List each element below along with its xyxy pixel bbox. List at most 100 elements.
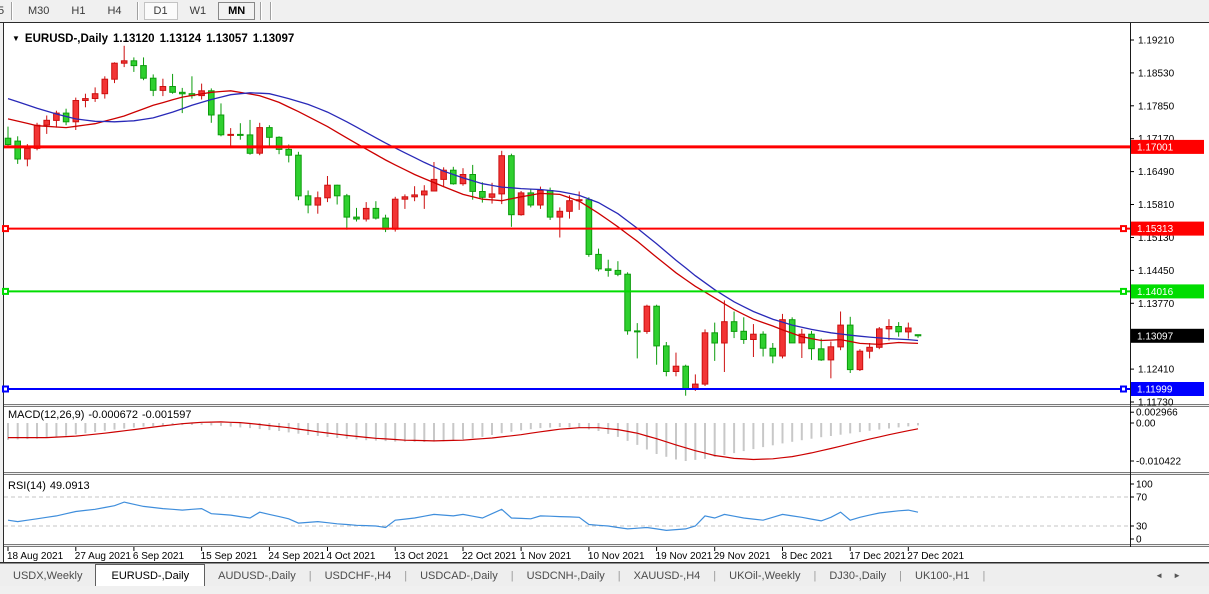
candle-body	[498, 155, 505, 195]
candle-body	[227, 133, 234, 136]
time-axis-label: 22 Oct 2021	[462, 551, 517, 562]
price-axis-label: 1.12410	[1138, 365, 1175, 376]
candle-body	[285, 148, 292, 156]
price-badge-1.14016: 1.14016	[1137, 287, 1174, 298]
chart-window[interactable]: 1.192101.185301.178501.171701.164901.158…	[0, 22, 1209, 563]
candle-body	[721, 321, 728, 344]
candle-body	[817, 348, 825, 361]
candle-body	[759, 333, 767, 349]
tab-usdcad-daily[interactable]: USDCAD-,Daily	[407, 566, 511, 587]
price-axis-label: 1.19210	[1138, 36, 1175, 47]
time-axis-label: 13 Oct 2021	[394, 551, 449, 562]
candle-body	[169, 86, 176, 93]
candle-body	[101, 78, 109, 95]
candle-body	[604, 268, 612, 271]
candle-body	[111, 62, 118, 80]
tab-separator: |	[982, 570, 986, 582]
candle-body	[508, 155, 515, 216]
tab-usdcnh-daily[interactable]: USDCNH-,Daily	[514, 566, 618, 587]
candle-body	[779, 319, 786, 357]
tab-eurusd-daily[interactable]: EURUSD-,Daily	[95, 564, 206, 588]
candle-body	[324, 184, 331, 199]
candle-body	[537, 190, 544, 206]
rsi-axis-label: 0	[1136, 535, 1142, 546]
macd-axis-label: -0.010422	[1136, 457, 1181, 468]
candle-body	[905, 327, 912, 333]
candle-body	[663, 345, 670, 372]
candle-body	[885, 326, 893, 330]
hline-handle-center	[1122, 289, 1125, 293]
tab-usdchf-h4[interactable]: USDCHF-,H4	[312, 566, 405, 587]
candle-body	[643, 305, 651, 332]
candle-body	[382, 217, 389, 230]
candle-body	[701, 332, 709, 385]
toolbar-separator	[11, 2, 13, 20]
candle-body	[149, 77, 157, 91]
timeframe-button-M30[interactable]: M30	[18, 2, 59, 20]
candle-body	[391, 198, 399, 230]
candle-body	[401, 196, 409, 200]
tab-xauusd-h4[interactable]: XAUUSD-,H4	[621, 566, 714, 587]
tabs-scroll-left-icon[interactable]: ◄	[1155, 571, 1163, 580]
candle-body	[179, 91, 186, 95]
price-badge-1.17001: 1.17001	[1137, 142, 1174, 153]
tab-dj30-daily[interactable]: DJ30-,Daily	[816, 566, 899, 587]
candle-body	[246, 134, 254, 154]
candle-body	[556, 210, 564, 218]
candle-body	[624, 273, 631, 332]
timeframe-button-D1[interactable]: D1	[143, 2, 178, 20]
price-badge-1.15313: 1.15313	[1137, 224, 1174, 235]
candle-body	[14, 140, 21, 160]
current-price-badge: 1.13097	[1137, 331, 1174, 342]
hline-handle-center	[4, 289, 7, 293]
timeframe-button-H1[interactable]: H1	[61, 2, 95, 20]
price-axis-label: 1.13770	[1138, 299, 1175, 310]
candle-body	[788, 319, 796, 344]
time-axis-label: 18 Aug 2021	[7, 551, 64, 562]
macd-axis-label: 0.002966	[1136, 408, 1178, 419]
candle-body	[846, 324, 854, 371]
candle-body	[333, 184, 341, 197]
toolbar-separator	[260, 2, 263, 20]
candle-body	[411, 194, 418, 198]
price-axis-label: 1.15810	[1138, 200, 1175, 211]
mt4-terminal: 5 M30H1H4 D1W1MN 1.19210 1.18530 1.17850 1.17…	[0, 0, 1209, 594]
candle-body	[750, 333, 757, 341]
candle-body	[672, 365, 680, 373]
price-axis-label: 1.14450	[1138, 266, 1175, 277]
candle-body	[866, 346, 873, 352]
candle-body	[314, 197, 322, 206]
candle-body	[304, 195, 312, 206]
candle-body	[634, 330, 641, 333]
candle-body	[343, 195, 351, 218]
hline-handle-center	[1122, 227, 1125, 231]
tab-ukoil-weekly[interactable]: UKOil-,Weekly	[716, 566, 813, 587]
candle-body	[24, 147, 31, 160]
timeframe-button-H4[interactable]: H4	[97, 2, 131, 20]
candle-body	[895, 326, 902, 333]
timeframe-button-W1[interactable]: W1	[180, 2, 217, 20]
candle-body	[217, 114, 225, 136]
toolbar-separator	[136, 2, 139, 20]
time-axis-label: 27 Dec 2021	[907, 551, 964, 562]
tab-uk100-h1[interactable]: UK100-,H1	[902, 566, 982, 587]
timeframe-button-5[interactable]: 5	[0, 2, 6, 20]
candle-body	[808, 333, 815, 350]
tab-usdx-weekly[interactable]: USDX,Weekly	[0, 566, 95, 587]
price-axis-label: 1.16490	[1138, 167, 1175, 178]
candle-body	[266, 127, 273, 138]
price-axis-label: 1.18530	[1138, 68, 1175, 79]
tabs-scroll-right-icon[interactable]: ►	[1173, 571, 1181, 580]
candle-body	[740, 330, 748, 340]
candle-body	[450, 169, 457, 185]
candle-body	[479, 191, 486, 198]
candle-body	[769, 347, 777, 357]
candle-body	[653, 305, 660, 347]
candle-body	[469, 174, 476, 192]
time-axis-label: 19 Nov 2021	[656, 551, 713, 562]
tab-audusd-daily[interactable]: AUDUSD-,Daily	[205, 566, 309, 587]
candle-body	[43, 119, 51, 126]
candle-body	[566, 200, 573, 212]
hline-handle-center	[4, 227, 7, 231]
timeframe-button-MN[interactable]: MN	[218, 2, 256, 20]
